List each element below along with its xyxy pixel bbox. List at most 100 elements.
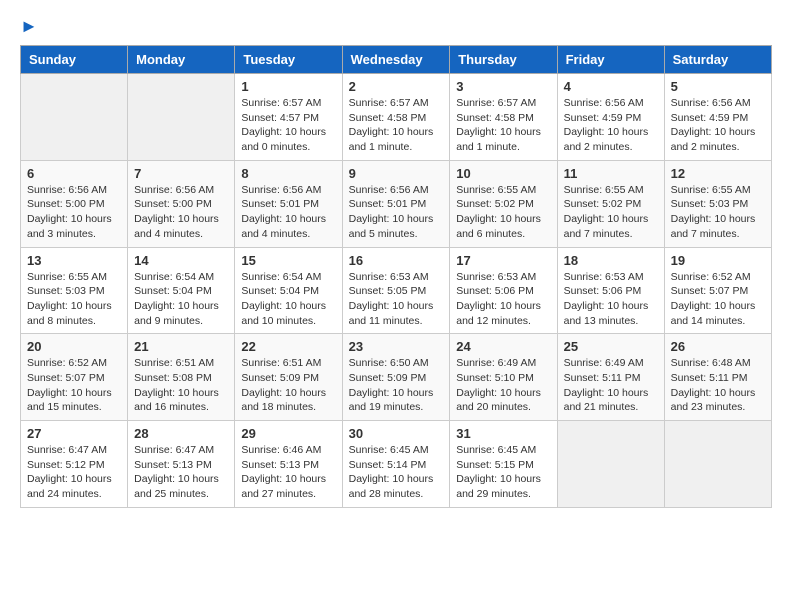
day-info: Sunrise: 6:49 AM Sunset: 5:11 PM Dayligh… [564, 357, 649, 413]
day-info: Sunrise: 6:56 AM Sunset: 4:59 PM Dayligh… [671, 97, 756, 153]
day-info: Sunrise: 6:51 AM Sunset: 5:08 PM Dayligh… [134, 357, 219, 413]
day-cell: 19 Sunrise: 6:52 AM Sunset: 5:07 PM Dayli… [664, 247, 771, 334]
day-number: 19 [671, 253, 765, 268]
day-number: 26 [671, 339, 765, 354]
day-cell: 10 Sunrise: 6:55 AM Sunset: 5:02 PM Dayli… [450, 160, 557, 247]
day-cell: 1Sunrise: 6:57 AM Sunset: 4:57 PM Daylig… [235, 74, 342, 161]
header-row: SundayMondayTuesdayWednesdayThursdayFrid… [21, 46, 772, 74]
day-number: 13 [27, 253, 121, 268]
day-cell: 14 Sunrise: 6:54 AM Sunset: 5:04 PM Dayli… [128, 247, 235, 334]
day-cell: 22 Sunrise: 6:51 AM Sunset: 5:09 PM Dayli… [235, 334, 342, 421]
day-number: 9 [349, 166, 444, 181]
day-number: 18 [564, 253, 658, 268]
week-row-2: 13 Sunrise: 6:55 AM Sunset: 5:03 PM Dayli… [21, 247, 772, 334]
day-info: Sunrise: 6:47 AM Sunset: 5:12 PM Dayligh… [27, 444, 112, 500]
day-info: Sunrise: 6:54 AM Sunset: 5:04 PM Dayligh… [241, 271, 326, 327]
day-cell: 13 Sunrise: 6:55 AM Sunset: 5:03 PM Dayli… [21, 247, 128, 334]
day-number: 23 [349, 339, 444, 354]
day-number: 21 [134, 339, 228, 354]
day-number: 5 [671, 79, 765, 94]
day-info: Sunrise: 6:57 AM Sunset: 4:57 PM Dayligh… [241, 97, 326, 153]
day-cell: 12 Sunrise: 6:55 AM Sunset: 5:03 PM Dayli… [664, 160, 771, 247]
column-header-tuesday: Tuesday [235, 46, 342, 74]
day-info: Sunrise: 6:55 AM Sunset: 5:03 PM Dayligh… [27, 271, 112, 327]
day-cell: 9 Sunrise: 6:56 AM Sunset: 5:01 PM Daylig… [342, 160, 450, 247]
day-info: Sunrise: 6:47 AM Sunset: 5:13 PM Dayligh… [134, 444, 219, 500]
day-info: Sunrise: 6:56 AM Sunset: 5:01 PM Dayligh… [349, 184, 434, 240]
day-number: 16 [349, 253, 444, 268]
day-cell: 30Sunrise: 6:45 AM Sunset: 5:14 PM Dayli… [342, 421, 450, 508]
column-header-wednesday: Wednesday [342, 46, 450, 74]
day-cell [664, 421, 771, 508]
day-cell: 20Sunrise: 6:52 AM Sunset: 5:07 PM Dayli… [21, 334, 128, 421]
header: ► [20, 16, 772, 37]
day-number: 12 [671, 166, 765, 181]
day-number: 10 [456, 166, 550, 181]
column-header-thursday: Thursday [450, 46, 557, 74]
calendar: SundayMondayTuesdayWednesdayThursdayFrid… [20, 45, 772, 508]
day-cell: 23Sunrise: 6:50 AM Sunset: 5:09 PM Dayli… [342, 334, 450, 421]
day-info: Sunrise: 6:56 AM Sunset: 5:01 PM Dayligh… [241, 184, 326, 240]
day-cell: 16Sunrise: 6:53 AM Sunset: 5:05 PM Dayli… [342, 247, 450, 334]
day-number: 3 [456, 79, 550, 94]
day-info: Sunrise: 6:55 AM Sunset: 5:02 PM Dayligh… [456, 184, 541, 240]
column-header-friday: Friday [557, 46, 664, 74]
day-cell: 27 Sunrise: 6:47 AM Sunset: 5:12 PM Dayli… [21, 421, 128, 508]
day-number: 24 [456, 339, 550, 354]
column-header-monday: Monday [128, 46, 235, 74]
day-info: Sunrise: 6:45 AM Sunset: 5:14 PM Dayligh… [349, 444, 434, 500]
day-cell: 3 Sunrise: 6:57 AM Sunset: 4:58 PM Daylig… [450, 74, 557, 161]
day-number: 22 [241, 339, 335, 354]
day-number: 17 [456, 253, 550, 268]
day-cell: 11 Sunrise: 6:55 AM Sunset: 5:02 PM Dayli… [557, 160, 664, 247]
day-cell: 2 Sunrise: 6:57 AM Sunset: 4:58 PM Daylig… [342, 74, 450, 161]
week-row-1: 6 Sunrise: 6:56 AM Sunset: 5:00 PM Daylig… [21, 160, 772, 247]
day-info: Sunrise: 6:46 AM Sunset: 5:13 PM Dayligh… [241, 444, 326, 500]
day-info: Sunrise: 6:45 AM Sunset: 5:15 PM Dayligh… [456, 444, 541, 500]
day-number: 6 [27, 166, 121, 181]
day-cell [21, 74, 128, 161]
logo-text: ► [20, 16, 38, 37]
day-info: Sunrise: 6:52 AM Sunset: 5:07 PM Dayligh… [671, 271, 756, 327]
day-number: 14 [134, 253, 228, 268]
day-cell: 17Sunrise: 6:53 AM Sunset: 5:06 PM Dayli… [450, 247, 557, 334]
day-info: Sunrise: 6:53 AM Sunset: 5:06 PM Dayligh… [564, 271, 649, 327]
day-number: 28 [134, 426, 228, 441]
calendar-header: SundayMondayTuesdayWednesdayThursdayFrid… [21, 46, 772, 74]
day-cell: 21 Sunrise: 6:51 AM Sunset: 5:08 PM Dayli… [128, 334, 235, 421]
day-info: Sunrise: 6:48 AM Sunset: 5:11 PM Dayligh… [671, 357, 756, 413]
day-number: 7 [134, 166, 228, 181]
day-info: Sunrise: 6:51 AM Sunset: 5:09 PM Dayligh… [241, 357, 326, 413]
day-number: 11 [564, 166, 658, 181]
day-cell: 18 Sunrise: 6:53 AM Sunset: 5:06 PM Dayli… [557, 247, 664, 334]
day-number: 29 [241, 426, 335, 441]
day-cell: 24Sunrise: 6:49 AM Sunset: 5:10 PM Dayli… [450, 334, 557, 421]
day-info: Sunrise: 6:55 AM Sunset: 5:02 PM Dayligh… [564, 184, 649, 240]
day-cell: 28 Sunrise: 6:47 AM Sunset: 5:13 PM Dayli… [128, 421, 235, 508]
day-cell: 29 Sunrise: 6:46 AM Sunset: 5:13 PM Dayli… [235, 421, 342, 508]
day-number: 2 [349, 79, 444, 94]
day-info: Sunrise: 6:54 AM Sunset: 5:04 PM Dayligh… [134, 271, 219, 327]
day-cell: 26 Sunrise: 6:48 AM Sunset: 5:11 PM Dayli… [664, 334, 771, 421]
day-cell: 25 Sunrise: 6:49 AM Sunset: 5:11 PM Dayli… [557, 334, 664, 421]
day-cell: 4Sunrise: 6:56 AM Sunset: 4:59 PM Daylig… [557, 74, 664, 161]
day-info: Sunrise: 6:56 AM Sunset: 5:00 PM Dayligh… [134, 184, 219, 240]
day-cell: 7 Sunrise: 6:56 AM Sunset: 5:00 PM Daylig… [128, 160, 235, 247]
page-container: ► SundayMondayTuesdayWednesdayThursdayFr… [0, 0, 792, 524]
day-info: Sunrise: 6:56 AM Sunset: 5:00 PM Dayligh… [27, 184, 112, 240]
day-number: 25 [564, 339, 658, 354]
day-cell [557, 421, 664, 508]
day-number: 27 [27, 426, 121, 441]
day-cell: 15 Sunrise: 6:54 AM Sunset: 5:04 PM Dayli… [235, 247, 342, 334]
day-info: Sunrise: 6:57 AM Sunset: 4:58 PM Dayligh… [349, 97, 434, 153]
day-info: Sunrise: 6:57 AM Sunset: 4:58 PM Dayligh… [456, 97, 541, 153]
week-row-0: 1Sunrise: 6:57 AM Sunset: 4:57 PM Daylig… [21, 74, 772, 161]
column-header-sunday: Sunday [21, 46, 128, 74]
day-cell [128, 74, 235, 161]
logo: ► [20, 16, 38, 37]
calendar-body: 1Sunrise: 6:57 AM Sunset: 4:57 PM Daylig… [21, 74, 772, 508]
day-info: Sunrise: 6:55 AM Sunset: 5:03 PM Dayligh… [671, 184, 756, 240]
day-number: 4 [564, 79, 658, 94]
week-row-3: 20Sunrise: 6:52 AM Sunset: 5:07 PM Dayli… [21, 334, 772, 421]
day-number: 15 [241, 253, 335, 268]
